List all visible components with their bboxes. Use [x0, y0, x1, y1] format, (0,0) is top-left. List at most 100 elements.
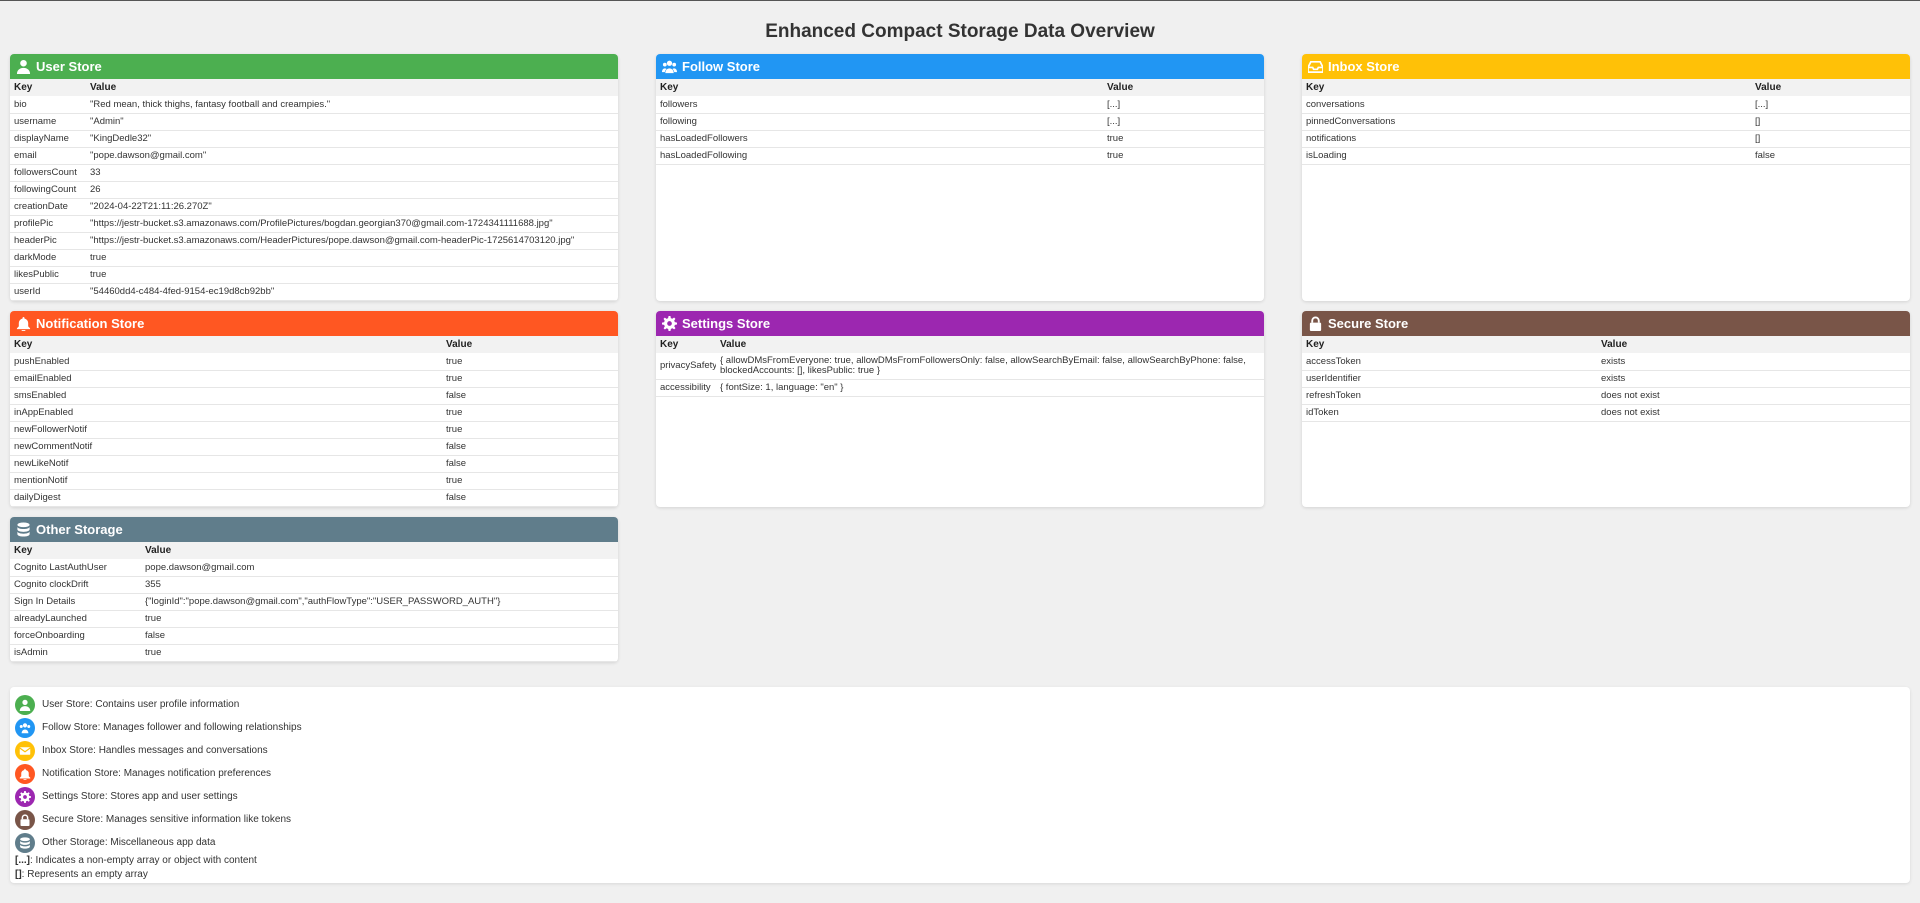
table-row: userIdentifier exists	[1302, 370, 1910, 388]
key-header: Key	[1302, 336, 1597, 353]
row-value: true	[86, 249, 618, 267]
legend-note-empty: []: Represents an empty array	[15, 868, 1905, 882]
legend-item: Other Storage: Miscellaneous app data	[15, 831, 1905, 854]
row-value: false	[141, 627, 618, 645]
row-key: userIdentifier	[1302, 370, 1597, 388]
row-value: false	[1751, 147, 1910, 165]
legend-item-text: Notification Store: Manages notification…	[42, 768, 272, 779]
row-value: true	[442, 421, 618, 439]
row-value: false	[442, 489, 618, 507]
page-title: Enhanced Compact Storage Data Overview	[765, 21, 1155, 42]
table-row: profilePic "https://jestr-bucket.s3.amazo…	[10, 215, 618, 233]
table-row: followers [...]	[656, 96, 1264, 114]
legend-item: Settings Store: Stores app and user sett…	[15, 785, 1905, 808]
row-value: [...]	[1103, 96, 1264, 114]
row-key: hasLoadedFollowers	[656, 130, 1103, 148]
row-key: notifications	[1302, 130, 1751, 148]
row-value: [...]	[1103, 113, 1264, 131]
key-header: Key	[10, 336, 442, 353]
row-key: mentionNotif	[10, 472, 442, 490]
settings-store-table: Key Value privacySafety{ allowDMsFromEve…	[656, 336, 1264, 397]
legend-note-empty-symbol: []	[15, 869, 22, 880]
table-row: alreadyLaunched true	[10, 610, 618, 628]
row-key: idToken	[1302, 404, 1597, 422]
row-value: true	[1103, 147, 1264, 165]
notification-store-title: Notification Store	[36, 316, 145, 331]
table-row: isLoading false	[1302, 147, 1910, 165]
user-icon	[16, 59, 31, 74]
row-key: pinnedConversations	[1302, 113, 1751, 131]
key-header: Key	[10, 79, 86, 96]
key-header: Key	[656, 79, 1103, 96]
legend-note-nonempty: [...]: Indicates a non-empty array or ob…	[15, 854, 1905, 868]
row-key: pushEnabled	[10, 353, 442, 371]
row-value: []	[1751, 130, 1910, 148]
row-value: true	[141, 644, 618, 662]
value-header: Value	[442, 336, 618, 353]
user-store-title: User Store	[36, 59, 102, 74]
table-row: idToken does not exist	[1302, 404, 1910, 422]
user-icon	[15, 694, 35, 715]
lock-icon	[1308, 316, 1323, 331]
secure-store-title: Secure Store	[1328, 316, 1409, 331]
row-key: conversations	[1302, 96, 1751, 114]
table-row: mentionNotif true	[10, 472, 618, 490]
legend-item-text: Secure Store: Manages sensitive informat…	[42, 814, 292, 825]
legend-item: Notification Store: Manages notification…	[15, 762, 1905, 785]
gear-icon	[15, 786, 35, 807]
legend-note-nonempty-text: : Indicates a non-empty array or object …	[30, 855, 257, 866]
legend-item-text: Inbox Store: Handles messages and conver…	[42, 745, 268, 756]
table-row: pinnedConversations[]	[1302, 113, 1910, 131]
row-key: likesPublic	[10, 266, 86, 284]
row-key: smsEnabled	[10, 387, 442, 405]
legend-note-nonempty-symbol: [...]	[15, 855, 30, 866]
table-row: likesPublic true	[10, 266, 618, 284]
row-value: true	[141, 610, 618, 628]
key-header: Key	[10, 542, 141, 559]
row-key: emailEnabled	[10, 370, 442, 388]
lock-icon	[15, 809, 35, 830]
row-value: { fontSize: 1, language: "en" }	[716, 379, 1264, 397]
table-row: hasLoadedFollowers true	[656, 130, 1264, 148]
follow-store-table: Key Value followers [...] following [...] ha…	[656, 79, 1264, 165]
table-row: emailEnabled true	[10, 370, 618, 388]
row-key: profilePic	[10, 215, 86, 233]
table-row: inAppEnabled true	[10, 404, 618, 422]
row-key: accessibility	[656, 379, 716, 397]
user-store-table: Key Value bio "Red mean, thick thighs, fa…	[10, 79, 618, 301]
follow-store-title: Follow Store	[682, 59, 760, 74]
table-row: notifications[]	[1302, 130, 1910, 148]
table-row: Cognito LastAuthUser pope.dawson@gmail.co…	[10, 559, 618, 577]
row-key: dailyDigest	[10, 489, 442, 507]
row-value: "54460dd4-c484-4fed-9154-ec19d8cb92bb"	[86, 283, 618, 301]
table-row: darkMode true	[10, 249, 618, 267]
row-value: 33	[86, 164, 618, 182]
row-key: inAppEnabled	[10, 404, 442, 422]
row-value: true	[86, 266, 618, 284]
table-row: followersCount 33	[10, 164, 618, 182]
legend-item-text: Settings Store: Stores app and user sett…	[42, 791, 238, 802]
row-value: true	[442, 472, 618, 490]
row-value: "2024-04-22T21:11:26.270Z"	[86, 198, 618, 216]
table-row: dailyDigest false	[10, 489, 618, 507]
table-row: newLikeNotif false	[10, 455, 618, 473]
user-store-header: User Store	[10, 54, 618, 79]
table-row: followingCount 26	[10, 181, 618, 199]
table-row: Sign In Details {"loginId":"pope.dawson@g…	[10, 593, 618, 611]
legend-item: User Store: Contains user profile inform…	[15, 693, 1905, 716]
row-value: 355	[141, 576, 618, 594]
row-key: creationDate	[10, 198, 86, 216]
table-row: accessibility{ fontSize: 1, language: "e…	[656, 379, 1264, 397]
secure-store-card: Secure Store Key Value accessToken exists…	[1302, 311, 1910, 507]
table-row: isAdmin true	[10, 644, 618, 662]
row-value: "https://jestr-bucket.s3.amazonaws.com/P…	[86, 215, 618, 233]
row-value: true	[442, 370, 618, 388]
database-icon	[15, 832, 35, 853]
user-store-card: User Store Key Value bio "Red mean, thick…	[10, 54, 618, 301]
row-value: true	[442, 404, 618, 422]
inbox-store-card: Inbox Store Key Value conversations [...]…	[1302, 54, 1910, 301]
row-key: following	[656, 113, 1103, 131]
row-key: username	[10, 113, 86, 131]
bell-icon	[15, 763, 35, 784]
row-value: "KingDedle32"	[86, 130, 618, 148]
